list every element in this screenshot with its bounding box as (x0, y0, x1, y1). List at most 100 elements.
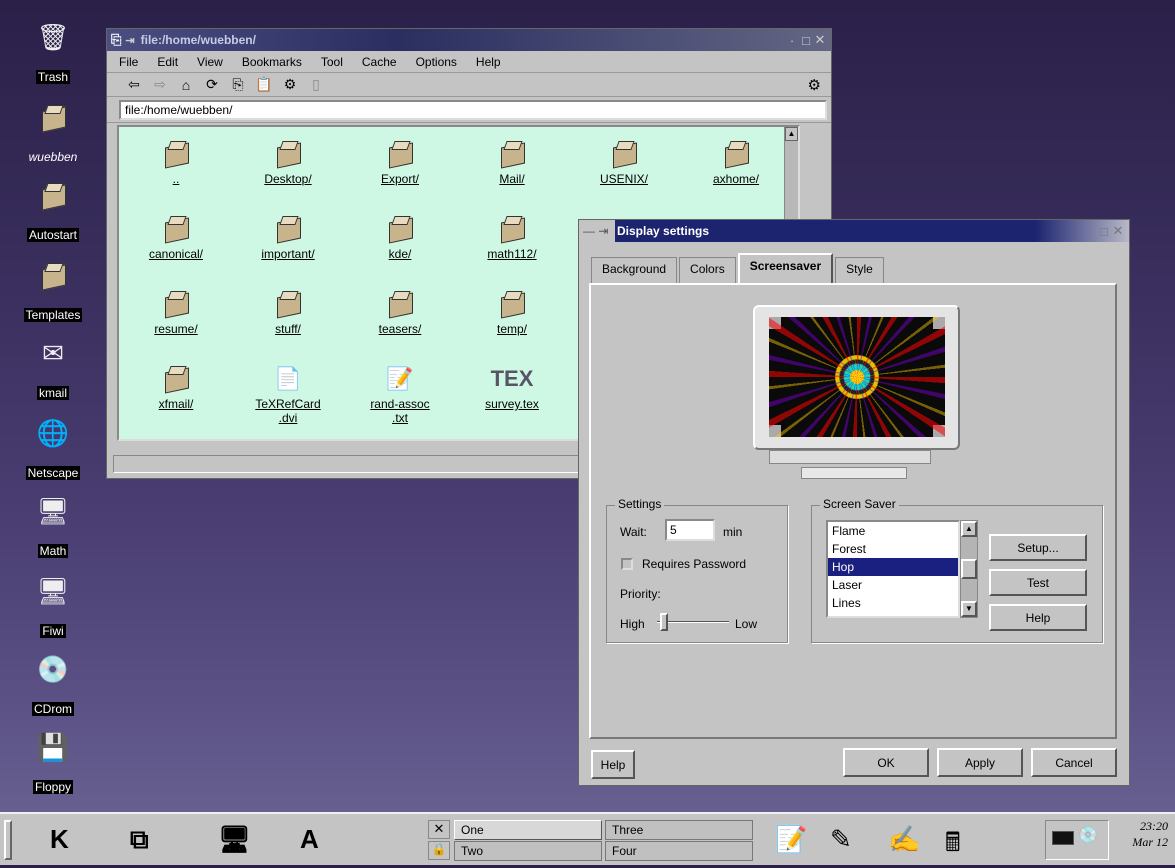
logout-icon[interactable]: ✕ (428, 820, 450, 839)
minimize-icon[interactable]: · (785, 33, 799, 48)
notes-icon[interactable]: 📝 (775, 824, 807, 855)
file-item[interactable]: 📄 TeXRefCard .dvi (243, 362, 333, 425)
menu-view[interactable]: View (197, 55, 223, 69)
list-item[interactable]: Forest (828, 540, 958, 558)
maximize-icon[interactable]: □ (1097, 224, 1111, 239)
edit-icon[interactable]: ✎ (830, 824, 852, 855)
url-input[interactable] (119, 100, 827, 120)
stop-icon[interactable]: ▯ (303, 76, 329, 93)
desktop-icon-math[interactable]: 🖥 Math (22, 494, 84, 558)
file-item[interactable]: USENIX/ (579, 137, 669, 186)
desktop-icon-trash[interactable]: 🗑 Trash (22, 20, 84, 84)
file-item[interactable]: axhome/ (691, 137, 781, 186)
file-item[interactable]: Mail/ (467, 137, 557, 186)
list-item[interactable]: Hop (828, 558, 958, 576)
list-item[interactable]: Laser (828, 576, 958, 594)
terminal-icon[interactable]: 🖥 (218, 824, 251, 855)
desktop-icon-wuebben[interactable]: wuebben (22, 100, 84, 164)
home-icon[interactable]: ⌂ (173, 77, 199, 93)
back-icon[interactable]: ⇦ (121, 76, 147, 93)
kde-menu-icon[interactable]: K (50, 824, 69, 855)
help-icon[interactable]: ⚙ (277, 76, 303, 93)
lock-icon[interactable]: 🔒 (428, 841, 450, 860)
list-item[interactable]: Lines (828, 594, 958, 612)
desktop-icon-templates[interactable]: Templates (22, 258, 84, 322)
scroll-up-arrow-icon[interactable]: ▲ (961, 521, 977, 537)
file-item[interactable]: 📝 rand-assoc .txt (355, 362, 445, 425)
close-icon[interactable]: ✕ (1111, 223, 1125, 239)
menu-bookmarks[interactable]: Bookmarks (242, 55, 302, 69)
pin-icon[interactable]: ⇥ (125, 34, 134, 47)
menu-file[interactable]: File (119, 55, 138, 69)
file-item[interactable]: important/ (243, 212, 333, 261)
maximize-icon[interactable]: □ (799, 33, 813, 48)
screensaver-list-scrollbar[interactable]: ▲ ▼ (960, 520, 978, 618)
scroll-thumb[interactable] (961, 559, 977, 579)
menu-tool[interactable]: Tool (321, 55, 343, 69)
desktop-button-four[interactable]: Four (605, 841, 753, 861)
forward-icon[interactable]: ⇨ (147, 76, 173, 93)
copy-icon[interactable]: ⎘ (225, 76, 251, 93)
dialog-help-button[interactable]: Help (591, 750, 635, 779)
scroll-down-arrow-icon[interactable]: ▼ (961, 601, 977, 617)
screensaver-list[interactable]: FlameForestHopLaserLinesLissie (826, 520, 960, 618)
desktop-icon-floppy[interactable]: 💾 Floppy (22, 730, 84, 794)
settings-gear-icon[interactable]: ⚙ (808, 76, 821, 94)
cd-player-icon[interactable]: 💿 (1078, 825, 1098, 845)
file-item[interactable]: kde/ (355, 212, 445, 261)
list-item[interactable]: Lissie (828, 612, 958, 616)
desktop-icon-netscape[interactable]: 🌐 Netscape (22, 416, 84, 480)
ok-button[interactable]: OK (843, 748, 929, 777)
desktop-button-two[interactable]: Two (454, 841, 602, 861)
minimize-icon[interactable]: · (1083, 224, 1097, 239)
scroll-up-arrow-icon[interactable]: ▲ (785, 127, 798, 141)
menu-cache[interactable]: Cache (362, 55, 397, 69)
close-icon[interactable]: ✕ (813, 32, 827, 48)
desktop-icon-autostart[interactable]: Autostart (22, 178, 84, 242)
file-item[interactable]: teasers/ (355, 287, 445, 336)
file-item[interactable]: Desktop/ (243, 137, 333, 186)
editor-icon[interactable]: A (300, 824, 319, 855)
file-item[interactable]: xfmail/ (131, 362, 221, 411)
menu-help[interactable]: Help (476, 55, 501, 69)
desktop-button-one[interactable]: One (454, 820, 602, 840)
clock[interactable]: 23:20 Mar 12 (1118, 818, 1168, 850)
file-item[interactable]: .. (131, 137, 221, 186)
tab-screensaver[interactable]: Screensaver (737, 253, 834, 283)
dialog-titlebar[interactable]: — ⇥ Display settings · □ ✕ (579, 220, 1129, 242)
reload-icon[interactable]: ⟳ (199, 76, 225, 93)
wait-input[interactable] (665, 519, 715, 541)
tab-style[interactable]: Style (835, 257, 884, 283)
priority-slider[interactable] (657, 612, 729, 632)
file-item[interactable]: stuff/ (243, 287, 333, 336)
menu-edit[interactable]: Edit (157, 55, 178, 69)
file-item[interactable]: TEX survey.tex (467, 362, 557, 411)
tab-colors[interactable]: Colors (679, 257, 736, 283)
taskbar-handle[interactable] (4, 820, 12, 860)
priority-slider-handle[interactable] (660, 613, 669, 631)
requires-password-checkbox[interactable] (621, 558, 633, 570)
file-item[interactable]: resume/ (131, 287, 221, 336)
menu-options[interactable]: Options (416, 55, 457, 69)
desktop-icon-fiwi[interactable]: 🖥 Fiwi (22, 574, 84, 638)
pin-icon[interactable]: — ⇥ (583, 224, 617, 238)
desktop-icon-kmail[interactable]: ✉ kmail (22, 336, 84, 400)
window-menu-icon[interactable]: ⎘ (111, 32, 121, 48)
file-item[interactable]: temp/ (467, 287, 557, 336)
desktop-icon-cdrom[interactable]: 💿 CDrom (22, 652, 84, 716)
file-item[interactable]: math112/ (467, 212, 557, 261)
list-item[interactable]: Flame (828, 522, 958, 540)
apply-button[interactable]: Apply (937, 748, 1023, 777)
file-item[interactable]: canonical/ (131, 212, 221, 261)
paste-icon[interactable]: 📋 (251, 76, 277, 93)
write-icon[interactable]: ✍ (888, 824, 920, 855)
tab-background[interactable]: Background (591, 257, 678, 283)
setup-button[interactable]: Setup... (989, 534, 1087, 561)
desktop-button-three[interactable]: Three (605, 820, 753, 840)
calculator-icon[interactable]: 🖩 (945, 824, 961, 868)
test-button[interactable]: Test (989, 569, 1087, 596)
file-manager-titlebar[interactable]: ⎘ ⇥ file:/home/wuebben/ · □ ✕ (107, 29, 831, 51)
help-button[interactable]: Help (989, 604, 1087, 631)
cancel-button[interactable]: Cancel (1031, 748, 1117, 777)
windows-list-icon[interactable]: ⧉ (130, 824, 149, 856)
